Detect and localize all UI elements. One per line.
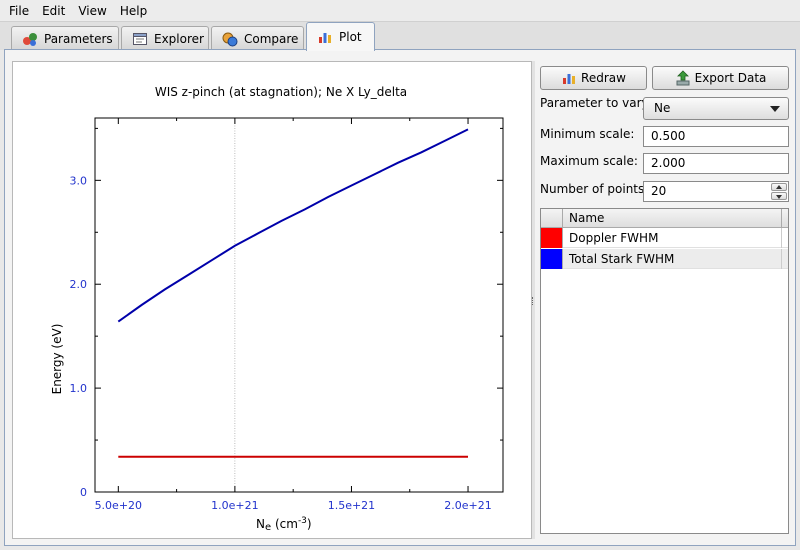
compare-icon (222, 31, 238, 47)
redraw-label: Redraw (581, 71, 626, 85)
column-divider (781, 249, 782, 269)
parameter-label: Parameter to vary: (540, 96, 652, 110)
export-label: Export Data (694, 71, 767, 85)
bar-chart-icon (317, 29, 333, 45)
plot-controls: Redraw Export Data Parameter to vary: Ne… (535, 61, 791, 539)
molecule-icon (22, 31, 38, 47)
column-divider (781, 209, 782, 228)
y-tick-label: 3.0 (70, 174, 88, 187)
spinner-up-button[interactable] (771, 183, 787, 191)
series-table-header: Name (541, 209, 788, 228)
menu-help[interactable]: Help (114, 0, 154, 22)
energy-plot[interactable]: WIS z-pinch (at stagnation); Ne X Ly_del… (13, 62, 531, 538)
series-name: Doppler FWHM (569, 231, 659, 245)
plot-axes (94, 117, 504, 493)
maximum-scale-field[interactable]: 2.000 (643, 153, 789, 174)
y-axis-label: Energy (eV) (50, 324, 64, 395)
window-icon (132, 31, 148, 47)
total-stark-fwhm-line (117, 128, 469, 323)
chart-title: WIS z-pinch (at stagnation); Ne X Ly_del… (155, 85, 407, 99)
number-of-points-value: 20 (651, 184, 667, 198)
number-of-points-label: Number of points: (540, 182, 649, 196)
minimum-scale-field[interactable]: 0.500 (643, 126, 789, 147)
tab-compare[interactable]: Compare (211, 26, 304, 50)
y-ticks: 0 1.0 2.0 3.0 (70, 127, 503, 499)
parameter-dropdown[interactable]: Ne (643, 97, 789, 120)
x-tick-label: 1.5e+21 (328, 499, 375, 512)
spinner-buttons (771, 183, 787, 200)
number-of-points-spinner[interactable]: 20 (643, 181, 789, 202)
x-axis-label: Ne (cm-3) (256, 516, 312, 533)
plot-tab-panel: WIS z-pinch (at stagnation); Ne X Ly_del… (4, 49, 796, 546)
tab-parameters[interactable]: Parameters (11, 26, 119, 50)
tab-parameters-label: Parameters (44, 31, 113, 46)
series-color-swatch[interactable] (541, 228, 563, 248)
tab-plot-label: Plot (339, 30, 362, 44)
x-tick-label: 1.0e+21 (211, 499, 258, 512)
column-divider (781, 228, 782, 248)
bar-chart-icon (561, 70, 577, 86)
menu-view[interactable]: View (72, 0, 113, 22)
plot-frame (94, 117, 504, 493)
series-name: Total Stark FWHM (569, 252, 675, 266)
series-table: Name Doppler FWHM Total Stark FWHM (540, 208, 789, 534)
plot-pane: WIS z-pinch (at stagnation); Ne X Ly_del… (12, 61, 532, 539)
color-column-header[interactable] (541, 209, 563, 228)
menu-file[interactable]: File (3, 0, 36, 22)
x-ticks: 5.0e+20 1.0e+21 1.5e+21 2.0e+21 (95, 118, 492, 512)
export-data-button[interactable]: Export Data (652, 66, 789, 90)
tab-strip: Parameters Explorer Compare Plot (0, 22, 800, 51)
x-tick-label: 5.0e+20 (95, 499, 142, 512)
plot-series (117, 128, 469, 458)
tab-plot[interactable]: Plot (306, 22, 375, 51)
export-icon (675, 70, 691, 86)
name-column-header[interactable]: Name (569, 209, 604, 228)
spinner-down-button[interactable] (771, 192, 787, 200)
redraw-button[interactable]: Redraw (540, 66, 647, 90)
series-color-swatch[interactable] (541, 249, 563, 269)
menu-bar: File Edit View Help (0, 0, 800, 22)
menu-edit[interactable]: Edit (36, 0, 72, 22)
table-row[interactable]: Doppler FWHM (541, 228, 788, 248)
y-tick-label: 0 (80, 486, 87, 499)
table-row[interactable]: Total Stark FWHM (541, 249, 788, 269)
parameter-value: Ne (654, 101, 671, 115)
chevron-down-icon (770, 106, 780, 112)
tab-explorer[interactable]: Explorer (121, 26, 209, 50)
minimum-scale-label: Minimum scale: (540, 127, 635, 141)
y-tick-label: 2.0 (70, 278, 88, 291)
tab-compare-label: Compare (244, 31, 299, 46)
y-tick-label: 1.0 (70, 382, 88, 395)
tab-explorer-label: Explorer (154, 31, 204, 46)
x-tick-label: 2.0e+21 (444, 499, 491, 512)
maximum-scale-label: Maximum scale: (540, 154, 638, 168)
